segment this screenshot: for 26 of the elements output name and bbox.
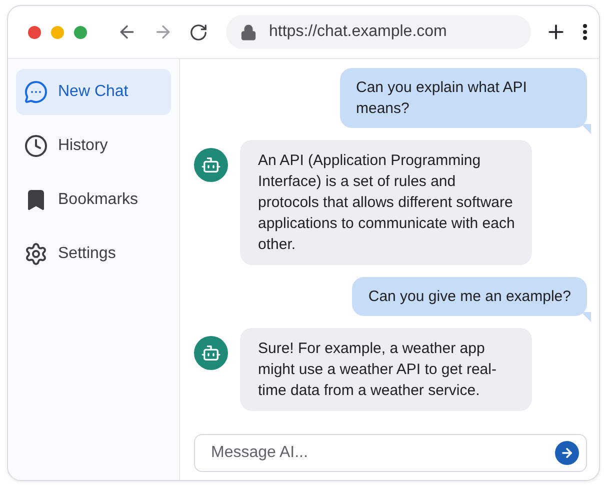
user-message-bubble: Can you give me an example? <box>352 277 587 316</box>
reload-button[interactable] <box>189 22 208 42</box>
sidebar-item[interactable]: New Chat <box>16 69 171 115</box>
settings-icon <box>24 242 48 266</box>
maximize-dot[interactable] <box>74 26 87 38</box>
robot-avatar-icon <box>194 336 228 370</box>
address-bar[interactable]: https://chat.example.com <box>226 15 531 49</box>
sidebar-item[interactable]: History <box>16 123 171 169</box>
bubble-tail <box>581 312 591 322</box>
message-input-field[interactable]: Message AI... <box>194 434 587 472</box>
assistant-message-bubble: An API (Application Programming Interface) is a set of rules and protocols that allows different software applications to communicate with each other. <box>240 140 532 265</box>
url-text: https://chat.example.com <box>269 23 447 41</box>
arrow-icon <box>560 446 574 460</box>
clock-icon <box>24 134 48 158</box>
robot-avatar-icon <box>194 148 228 182</box>
sidebar-item[interactable]: Bookmarks <box>16 177 171 223</box>
bubble-tail <box>581 124 591 134</box>
user-message-bubble: Can you explain what API means? <box>340 68 587 128</box>
minimize-dot[interactable] <box>51 26 64 38</box>
sidebar-item[interactable]: Settings <box>16 231 171 277</box>
menu-button[interactable] <box>583 24 587 40</box>
more-icon <box>583 24 587 40</box>
assistant-message-bubble: Sure! For example, a weather app might use a weather API to get real-time data from a weather service. <box>240 328 532 411</box>
close-dot[interactable] <box>28 26 41 38</box>
lock-icon <box>240 24 257 40</box>
chat-bubble-icon <box>24 80 48 104</box>
